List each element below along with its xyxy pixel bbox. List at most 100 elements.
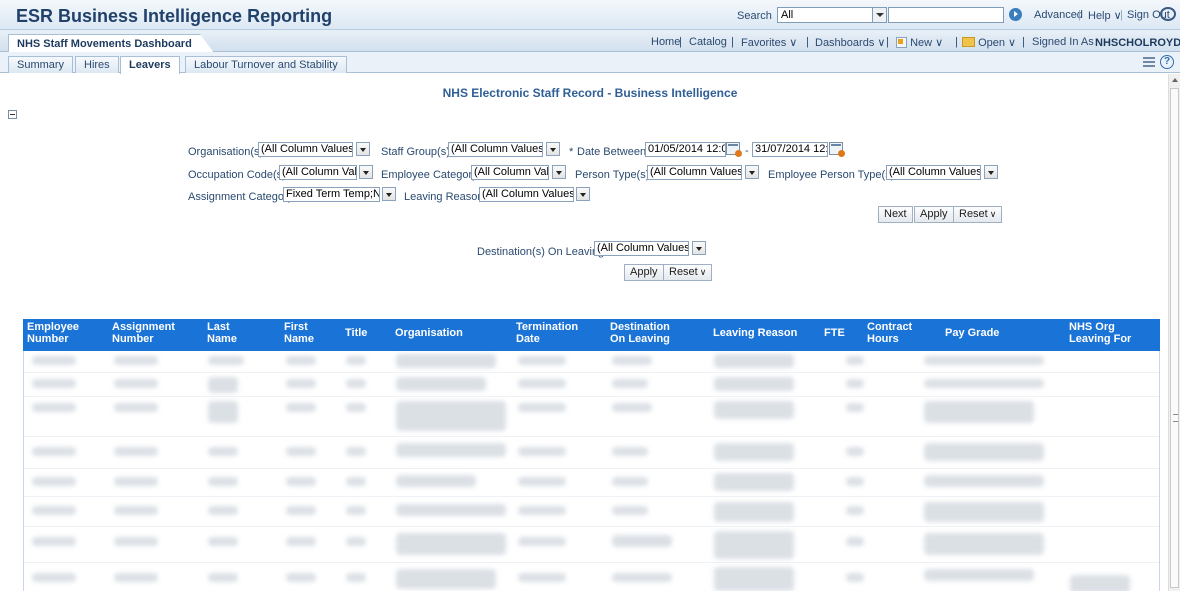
help-icon[interactable]: ? xyxy=(1160,55,1174,69)
open-menu[interactable]: Open ∨ xyxy=(962,36,1016,49)
table-row[interactable] xyxy=(24,527,1159,563)
column-header-pay-grade[interactable]: Pay Grade xyxy=(945,327,999,339)
column-header-leaving-reason[interactable]: Leaving Reason xyxy=(713,327,797,339)
column-header-employee-number[interactable]: Employee Number xyxy=(27,321,79,345)
folder-icon xyxy=(962,37,975,47)
staff-group-dropdown-icon[interactable] xyxy=(546,142,560,156)
leaving-reason-dropdown-icon[interactable] xyxy=(576,187,590,201)
date-to-input[interactable]: 31/07/2014 12:0( xyxy=(752,142,828,157)
separator: | xyxy=(1078,9,1081,21)
redacted-cell xyxy=(846,356,864,365)
separator: | xyxy=(1022,36,1025,48)
employee-person-type-dropdown-icon[interactable] xyxy=(984,165,998,179)
column-header-first-name[interactable]: First Name xyxy=(284,321,314,345)
column-header-organisation[interactable]: Organisation xyxy=(395,327,463,339)
organisation-label: Organisation(s) xyxy=(188,146,264,158)
signed-in-label: Signed In As xyxy=(1032,36,1094,48)
column-header-title[interactable]: Title xyxy=(345,327,367,339)
collapse-icon[interactable] xyxy=(8,110,17,119)
page-options-icon[interactable] xyxy=(1143,57,1155,67)
person-type-dropdown-icon[interactable] xyxy=(745,165,759,179)
redacted-cell xyxy=(396,377,486,391)
favorites-menu[interactable]: Favorites ∨ xyxy=(741,36,797,49)
chevron-down-icon[interactable] xyxy=(872,8,886,22)
reset-button[interactable]: Reset ∨ xyxy=(953,206,1003,223)
employee-category-select[interactable]: (All Column Value: xyxy=(471,165,549,180)
redacted-cell xyxy=(612,573,672,582)
organisation-select[interactable]: (All Column Values) xyxy=(258,142,353,157)
apply-button[interactable]: Apply xyxy=(914,206,954,223)
employee-category-dropdown-icon[interactable] xyxy=(552,165,566,179)
column-header-last-name[interactable]: Last Name xyxy=(207,321,237,345)
redacted-cell xyxy=(518,477,566,486)
redacted-cell xyxy=(846,506,864,515)
scroll-thumb[interactable] xyxy=(1170,88,1179,588)
column-header-contract-hours[interactable]: Contract Hours xyxy=(867,321,912,345)
table-row[interactable] xyxy=(24,373,1159,397)
redacted-cell xyxy=(346,506,366,515)
redacted-cell xyxy=(32,379,76,388)
person-type-select[interactable]: (All Column Values) xyxy=(647,165,742,180)
column-header-termination-date[interactable]: Termination Date xyxy=(516,321,578,345)
redacted-cell xyxy=(924,401,1034,423)
redacted-cell xyxy=(114,379,158,388)
table-row[interactable] xyxy=(24,397,1159,437)
table-row[interactable] xyxy=(24,437,1159,469)
organisation-dropdown-icon[interactable] xyxy=(356,142,370,156)
date-required-mark: * xyxy=(569,146,574,158)
table-row[interactable] xyxy=(24,469,1159,497)
column-header-nhs-org[interactable]: NHS Org Leaving For xyxy=(1069,321,1131,345)
column-header-assignment-number[interactable]: Assignment Number xyxy=(112,321,175,345)
apply-button-2[interactable]: Apply xyxy=(624,264,664,281)
help-menu[interactable]: Help ∨ xyxy=(1088,9,1122,22)
search-go-icon[interactable] xyxy=(1009,8,1022,21)
assignment-category-select[interactable]: Fixed Term Temp;Nor xyxy=(283,187,380,202)
redacted-cell xyxy=(518,447,566,456)
user-menu[interactable]: NHSCHOLROYD ∨ xyxy=(1095,36,1180,49)
staff-group-select[interactable]: (All Column Values) xyxy=(448,142,543,157)
advanced-link[interactable]: Advanced xyxy=(1034,9,1083,21)
home-link[interactable]: Home xyxy=(651,36,680,48)
new-menu[interactable]: New ∨ xyxy=(896,36,943,49)
reset-button-2[interactable]: Reset ∨ xyxy=(663,264,713,281)
assignment-category-dropdown-icon[interactable] xyxy=(382,187,396,201)
tab-summary[interactable]: Summary xyxy=(8,56,74,73)
redacted-cell xyxy=(208,447,238,456)
tab-hires[interactable]: Hires xyxy=(75,56,119,73)
leaving-reason-select[interactable]: (All Column Values) xyxy=(479,187,574,202)
redacted-cell xyxy=(612,403,652,412)
table-row[interactable] xyxy=(24,563,1159,591)
destination-dropdown-icon[interactable] xyxy=(692,241,706,255)
column-header-fte[interactable]: FTE xyxy=(824,327,845,339)
employee-person-type-select[interactable]: (All Column Values) xyxy=(886,165,981,180)
redacted-cell xyxy=(714,354,794,368)
destination-select[interactable]: (All Column Values) xyxy=(594,241,689,256)
calendar-icon[interactable] xyxy=(829,142,845,157)
column-header-destination[interactable]: Destination On Leaving xyxy=(610,321,670,345)
dashboards-menu[interactable]: Dashboards ∨ xyxy=(815,36,885,49)
next-button[interactable]: Next xyxy=(878,206,913,223)
redacted-cell xyxy=(208,477,238,486)
redacted-cell xyxy=(714,502,794,522)
occupation-code-dropdown-icon[interactable] xyxy=(359,165,373,179)
scroll-up-icon[interactable] xyxy=(1172,78,1178,82)
redacted-cell xyxy=(924,443,1044,461)
redacted-cell xyxy=(114,356,158,365)
tab-leavers[interactable]: Leavers xyxy=(120,56,180,74)
occupation-code-select[interactable]: (All Column Value: xyxy=(279,165,357,180)
redacted-cell xyxy=(286,477,316,486)
search-input[interactable] xyxy=(888,7,1004,23)
calendar-icon[interactable] xyxy=(726,142,742,157)
search-scope-select[interactable]: All xyxy=(777,7,887,23)
redacted-cell xyxy=(32,356,76,365)
redacted-cell xyxy=(396,569,496,589)
dashboard-tab[interactable]: NHS Staff Movements Dashboard xyxy=(8,34,214,53)
tab-labour-turnover[interactable]: Labour Turnover and Stability xyxy=(185,56,347,73)
table-row[interactable] xyxy=(24,497,1159,527)
date-from-input[interactable]: 01/05/2014 12:0( xyxy=(645,142,726,157)
table-row[interactable] xyxy=(24,351,1159,373)
redacted-cell xyxy=(1070,575,1130,591)
catalog-link[interactable]: Catalog xyxy=(689,36,727,48)
vertical-scrollbar[interactable] xyxy=(1168,74,1180,591)
redacted-cell xyxy=(714,401,794,419)
